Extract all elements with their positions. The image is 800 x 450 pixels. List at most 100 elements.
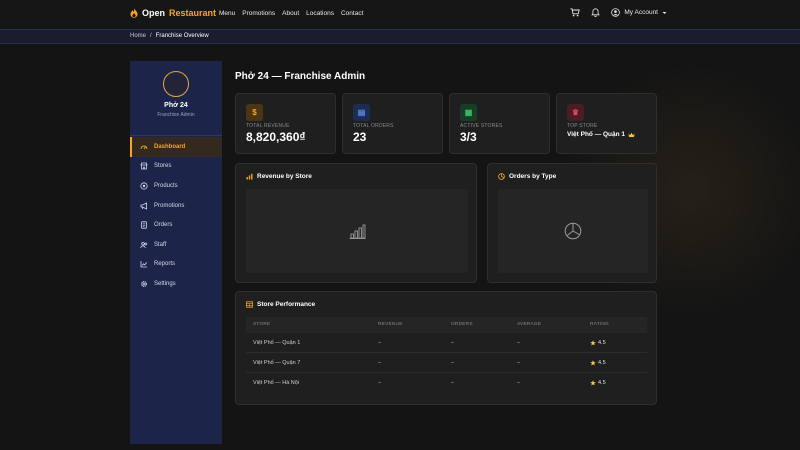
stat-value: 8,820,360₫ [246, 130, 306, 144]
cell-revenue: – [378, 359, 382, 366]
breadcrumb: Home / Franchise Overview [130, 33, 209, 39]
chart-line-icon [140, 261, 148, 268]
table-icon [246, 301, 253, 308]
store-performance-panel: Store Performance STORE REVENUE ORDERS A… [235, 291, 657, 405]
sidebar-menu: Dashboard Stores Products Promotions Ord… [130, 137, 222, 294]
sidebar-item-staff[interactable]: Staff [130, 235, 222, 255]
account-menu[interactable]: My Account [611, 8, 667, 17]
nav-link-menu[interactable]: Menu [219, 10, 235, 17]
stat-card-top-store: ♛ TOP STORE Việt Phố — Quận 1 [556, 93, 657, 154]
profile-role: Franchise Admin [157, 112, 195, 118]
bell-icon[interactable] [591, 8, 601, 17]
sidebar-item-dashboard[interactable]: Dashboard [130, 137, 222, 157]
pie-chart-icon [498, 173, 505, 180]
cell-average: – [517, 339, 521, 346]
user-circle-icon [611, 8, 621, 17]
nav-link-locations[interactable]: Locations [306, 10, 334, 17]
cell-average: – [517, 359, 521, 366]
cell-rating: 4.5 [590, 380, 606, 386]
trophy-icon: ♛ [567, 104, 584, 121]
cart-icon[interactable] [570, 8, 581, 17]
nav-link-promotions[interactable]: Promotions [242, 10, 275, 17]
column-header-orders[interactable]: ORDERS [451, 322, 473, 327]
sidebar: Phở 24 Franchise Admin Dashboard Stores … [130, 61, 222, 444]
pie-chart-placeholder-icon [564, 222, 582, 240]
panel-title: Revenue by Store [246, 173, 312, 180]
store-icon [140, 162, 148, 170]
revenue-chart-placeholder [246, 189, 468, 273]
star-icon [590, 359, 596, 365]
receipt-icon: ▤ [353, 104, 370, 121]
table-title: Store Performance [257, 301, 316, 308]
stat-card-active-stores: ▦ ACTIVE STORES 3/3 [449, 93, 550, 154]
stat-value: Việt Phố — Quận 1 [567, 131, 635, 138]
nav-actions: My Account [570, 8, 667, 17]
nav-link-about[interactable]: About [282, 10, 299, 17]
top-navbar: Open Restaurant Menu Promotions About Lo… [0, 0, 800, 29]
table-row[interactable]: Việt Phố — Quận 1 – – – 4.5 [246, 333, 647, 353]
staff-icon [140, 241, 148, 248]
table-row[interactable]: Việt Phố — Hà Nội – – – 4.5 [246, 373, 647, 393]
stat-label: TOP STORE [567, 123, 598, 129]
stat-label: TOTAL REVENUE [246, 123, 290, 129]
chevron-down-icon [662, 11, 667, 14]
stat-value: 3/3 [460, 130, 477, 144]
column-header-average[interactable]: AVERAGE [517, 322, 541, 327]
cell-orders: – [451, 379, 455, 386]
sidebar-item-label: Dashboard [154, 143, 186, 150]
brand-name-second: Restaurant [169, 8, 217, 18]
crown-icon [628, 132, 635, 137]
orders-icon [141, 221, 147, 229]
sidebar-item-reports[interactable]: Reports [130, 255, 222, 275]
table-row[interactable]: Việt Phố — Quận 7 – – – 4.5 [246, 353, 647, 373]
stat-card-total-revenue: $ TOTAL REVENUE 8,820,360₫ [235, 93, 336, 154]
orders-panel-title: Orders by Type [509, 173, 557, 180]
profile-card: Phở 24 Franchise Admin [130, 71, 222, 118]
dashboard-icon [140, 145, 148, 150]
bar-chart-placeholder-icon [349, 224, 365, 239]
sidebar-item-label: Reports [154, 261, 176, 268]
revenue-by-store-panel: Revenue by Store [235, 163, 477, 283]
brand-logo[interactable]: Open Restaurant [130, 8, 216, 18]
cell-store: Việt Phố — Hà Nội [253, 379, 300, 386]
brand-name-first: Open [142, 8, 166, 18]
stat-label: TOTAL ORDERS [353, 123, 394, 129]
star-icon [590, 379, 596, 385]
sidebar-item-label: Settings [154, 280, 176, 287]
breadcrumb-current: Franchise Overview [155, 33, 209, 39]
breadcrumb-bar: Home / Franchise Overview [0, 29, 800, 44]
sidebar-item-orders[interactable]: Orders [130, 215, 222, 235]
sidebar-item-stores[interactable]: Stores [130, 157, 222, 177]
megaphone-icon [140, 201, 147, 210]
stat-label: ACTIVE STORES [460, 123, 503, 129]
cell-revenue: – [378, 379, 382, 386]
table-header: STORE REVENUE ORDERS AVERAGE RATING [246, 317, 647, 333]
cell-average: – [517, 379, 521, 386]
column-header-rating[interactable]: RATING [590, 322, 609, 327]
cell-rating: 4.5 [590, 360, 606, 366]
building-icon: ▦ [460, 104, 477, 121]
revenue-panel-title: Revenue by Store [257, 173, 312, 180]
stat-card-total-orders: ▤ TOTAL ORDERS 23 [342, 93, 443, 154]
panel-title: Store Performance [246, 301, 315, 308]
column-header-store[interactable]: STORE [253, 322, 270, 327]
sidebar-item-label: Stores [154, 163, 172, 170]
stat-value: 23 [353, 130, 367, 144]
sidebar-item-promotions[interactable]: Promotions [130, 196, 222, 216]
page-title: Phở 24 — Franchise Admin [235, 71, 366, 82]
bar-chart-icon [246, 173, 253, 180]
dollar-icon: $ [246, 104, 263, 121]
top-store-name: Việt Phố — Quận 1 [567, 131, 626, 138]
sidebar-item-settings[interactable]: Settings [130, 274, 222, 294]
cell-revenue: – [378, 339, 382, 346]
sidebar-item-label: Orders [154, 222, 173, 229]
breadcrumb-separator: / [150, 33, 152, 39]
cell-rating: 4.5 [590, 340, 606, 346]
breadcrumb-home[interactable]: Home [130, 33, 146, 39]
column-header-revenue[interactable]: REVENUE [378, 322, 403, 327]
nav-link-contact[interactable]: Contact [341, 10, 363, 17]
sidebar-item-label: Staff [154, 241, 167, 248]
cell-orders: – [451, 339, 455, 346]
sidebar-divider [130, 135, 222, 136]
sidebar-item-products[interactable]: Products [130, 176, 222, 196]
